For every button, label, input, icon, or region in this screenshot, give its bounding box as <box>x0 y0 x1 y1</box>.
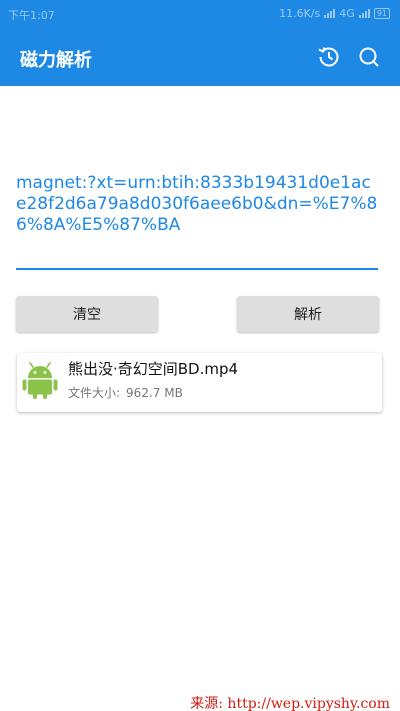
app-title: 磁力解析 <box>20 50 92 71</box>
network-speed: 11.6K/s <box>279 7 321 20</box>
file-size: 文件大小: 962.7 MB <box>68 384 189 401</box>
signal-icon-2 <box>358 9 370 18</box>
history-icon[interactable] <box>316 44 342 70</box>
search-icon[interactable] <box>356 44 382 70</box>
watermark-source: 来源: http://wep.vipyshy.com <box>190 696 390 711</box>
clear-button[interactable]: 清空 <box>16 296 158 332</box>
file-size-label: 文件大小: <box>68 386 121 400</box>
status-indicators: 11.6K/s 4G 91 <box>279 7 390 20</box>
file-size-value: 962.7 MB <box>126 386 183 400</box>
battery-icon: 91 <box>373 8 390 19</box>
status-bar: 下午1:07 11.6K/s 4G 91 <box>0 0 400 28</box>
status-time: 下午1:07 <box>8 9 55 22</box>
magnet-input[interactable]: magnet:?xt=urn:btih:8333b19431d0e1ace28f… <box>16 172 378 270</box>
android-icon <box>22 362 58 399</box>
app-bar: 磁力解析 <box>0 28 400 86</box>
network-type: 4G <box>339 7 355 20</box>
signal-icon <box>324 9 336 18</box>
file-name: 熊出没·奇幻空间BD.mp4 <box>68 360 239 378</box>
parse-button[interactable]: 解析 <box>237 296 379 332</box>
file-result-card[interactable]: 熊出没·奇幻空间BD.mp4 文件大小: 962.7 MB <box>17 353 382 412</box>
